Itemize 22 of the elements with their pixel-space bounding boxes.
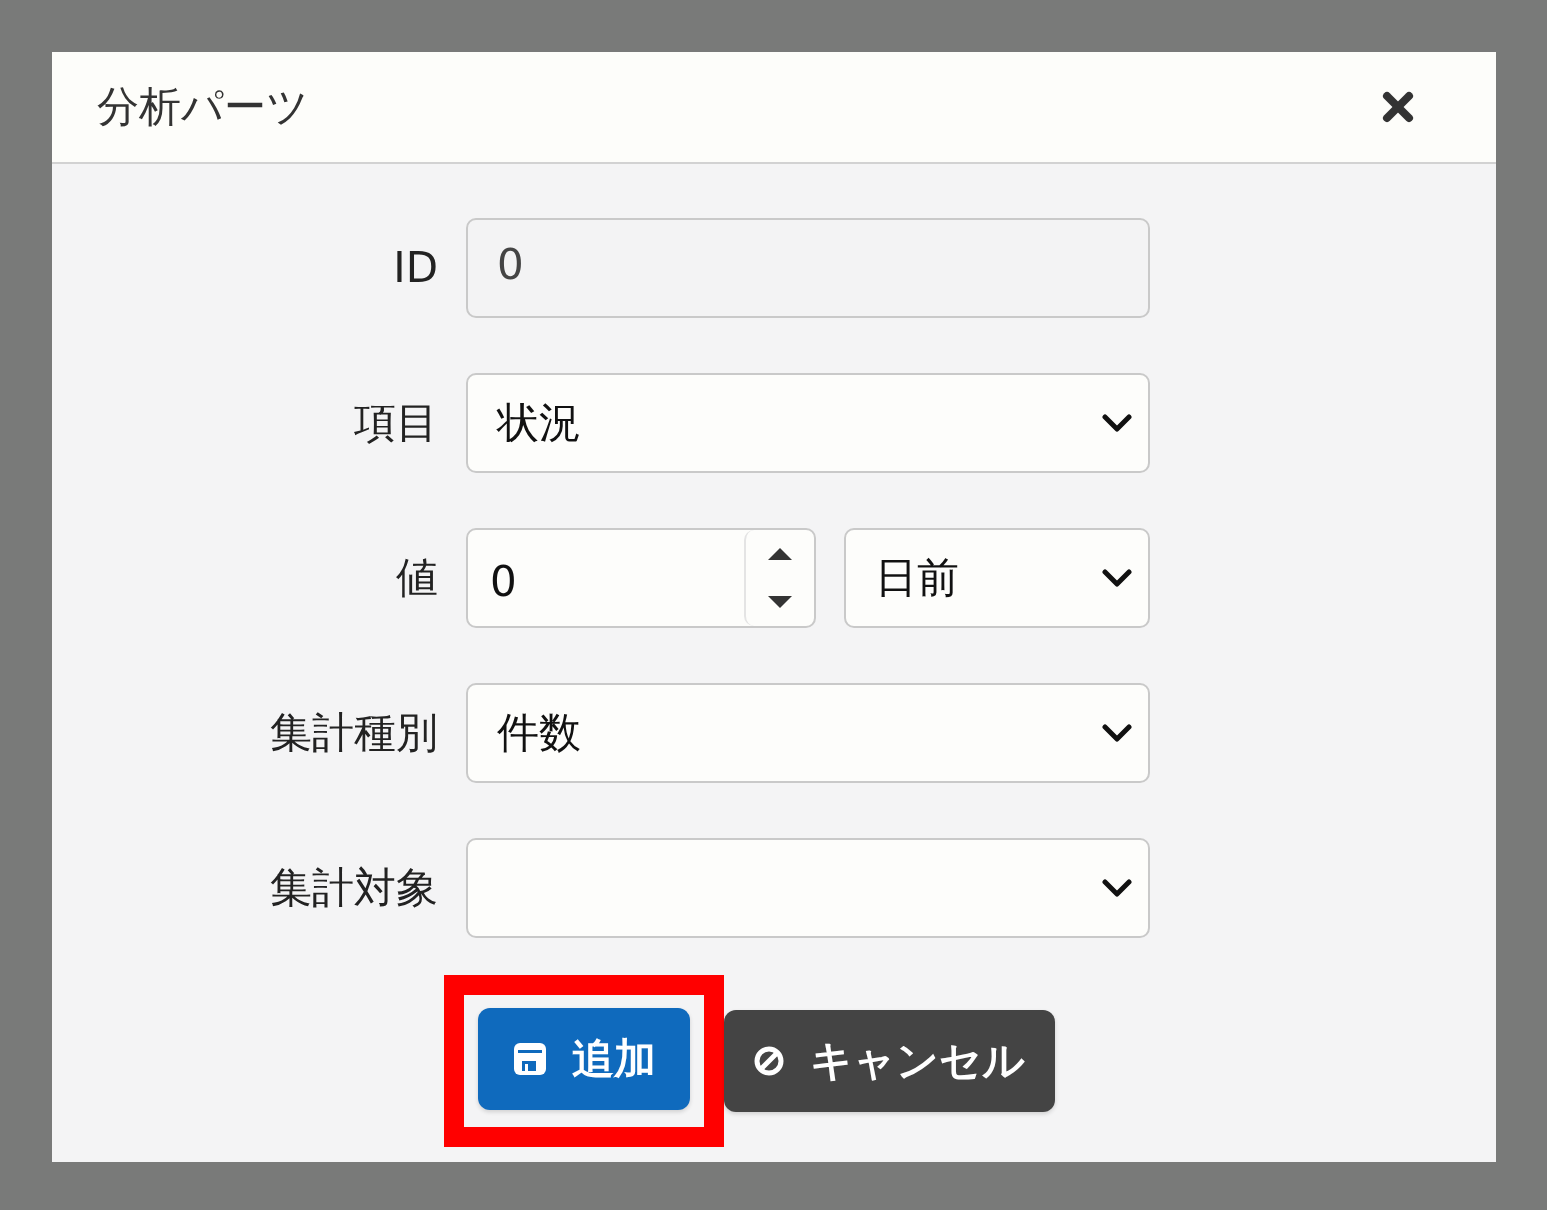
close-icon [1382, 91, 1414, 123]
select-field[interactable]: 日前 [844, 528, 1150, 628]
select-field[interactable]: 状況 [466, 373, 1150, 473]
number-field[interactable]: 0 [466, 528, 816, 628]
triangle-up-icon [768, 548, 792, 560]
select-field[interactable] [466, 838, 1150, 938]
ban-icon [754, 1046, 784, 1076]
dialog-title: 分析パーツ [97, 81, 309, 133]
field-label: 値 [396, 552, 438, 604]
add-button[interactable]: 追加 [478, 1008, 690, 1110]
chevron-icon [1102, 879, 1132, 897]
field-label: ID [393, 242, 438, 294]
triangle-down-icon [768, 596, 792, 608]
chevron-icon [1102, 414, 1132, 432]
field-label: 集計対象 [270, 862, 438, 914]
select-field[interactable]: 件数 [466, 683, 1150, 783]
field-label: 集計種別 [270, 707, 438, 759]
chevron-icon [1102, 569, 1132, 587]
cancel-button[interactable]: キャンセル [724, 1010, 1055, 1112]
field-label: 項目 [354, 397, 438, 449]
close-button[interactable] [1380, 89, 1416, 125]
chevron-icon [1102, 724, 1132, 742]
